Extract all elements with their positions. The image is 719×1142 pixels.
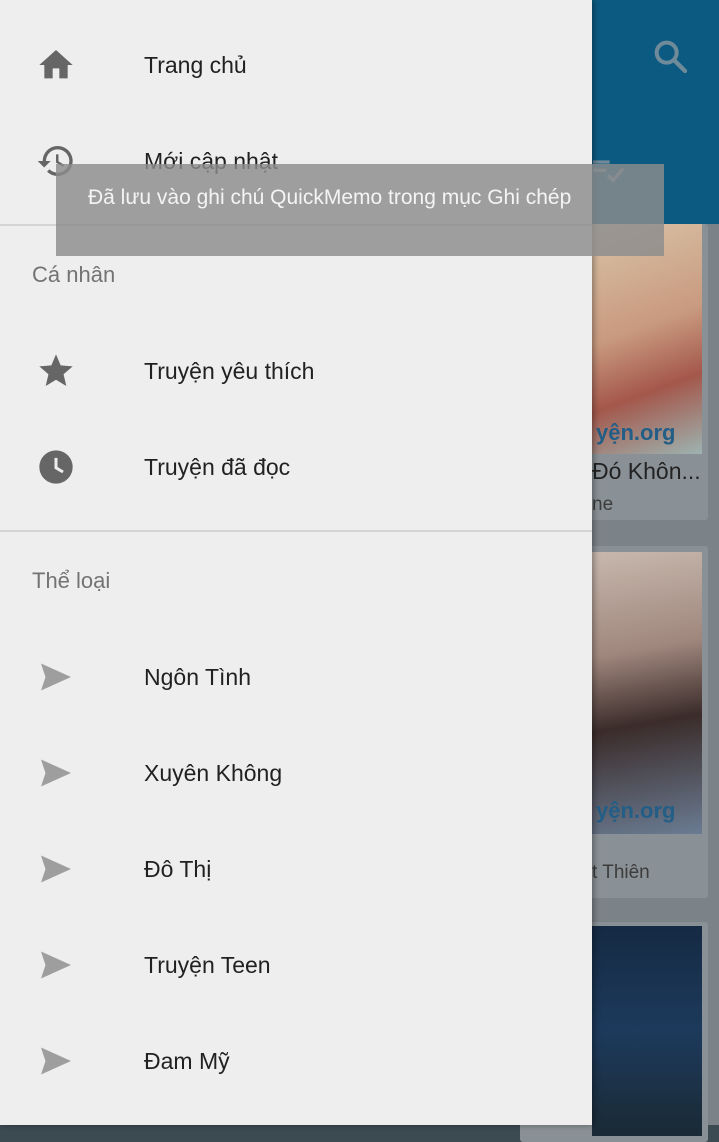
story-author: t Thiên: [592, 862, 650, 883]
drawer-item-genre-xuyen-khong[interactable]: Xuyên Không: [0, 725, 592, 821]
send-icon: [34, 847, 78, 891]
drawer-item-label: Đam Mỹ: [144, 1048, 230, 1074]
story-title: Đó Khôn...: [592, 458, 701, 484]
drawer-item-label: Truyện đã đọc: [144, 454, 291, 480]
drawer-item-label: Truyện Teen: [144, 952, 271, 978]
home-icon: [34, 43, 78, 87]
clock-icon: [34, 445, 78, 489]
drawer-item-genre-ngon-tinh[interactable]: Ngôn Tình: [0, 629, 592, 725]
toast-text: Đã lưu vào ghi chú QuickMemo trong mục G…: [88, 186, 572, 209]
section-header-genres: Thể loại: [32, 568, 111, 593]
cover-watermark: yện.org: [596, 798, 676, 823]
drawer-item-label: Truyện yêu thích: [144, 358, 315, 384]
story-author: ne: [592, 494, 614, 515]
drawer-item-label: Trang chủ: [144, 52, 247, 78]
story-cover: yện.org: [592, 552, 702, 834]
toast-message: Đã lưu vào ghi chú QuickMemo trong mục G…: [56, 164, 664, 256]
drawer-item-label: Đô Thị: [144, 856, 212, 882]
drawer-item-genre-do-thi[interactable]: Đô Thị: [0, 821, 592, 917]
cover-watermark: yện.org: [596, 420, 676, 445]
send-icon: [34, 751, 78, 795]
drawer-item-favorites[interactable]: Truyện yêu thích: [0, 323, 592, 419]
search-icon[interactable]: [650, 36, 690, 76]
drawer-item-read[interactable]: Truyện đã đọc: [0, 419, 592, 515]
section-header-personal: Cá nhân: [32, 262, 116, 287]
drawer-item-home[interactable]: Trang chủ: [0, 17, 592, 113]
send-icon: [34, 1039, 78, 1083]
story-cover: yện.org: [592, 224, 702, 454]
drawer-item-genre-truyen-teen[interactable]: Truyện Teen: [0, 917, 592, 1013]
send-icon: [34, 655, 78, 699]
drawer-item-label: Xuyên Không: [144, 760, 283, 786]
story-cover: [592, 926, 702, 1136]
divider: [0, 530, 592, 532]
drawer-item-genre-dam-my[interactable]: Đam Mỹ: [0, 1013, 592, 1109]
star-icon: [34, 349, 78, 393]
send-icon: [34, 943, 78, 987]
drawer-item-label: Ngôn Tình: [144, 664, 251, 690]
